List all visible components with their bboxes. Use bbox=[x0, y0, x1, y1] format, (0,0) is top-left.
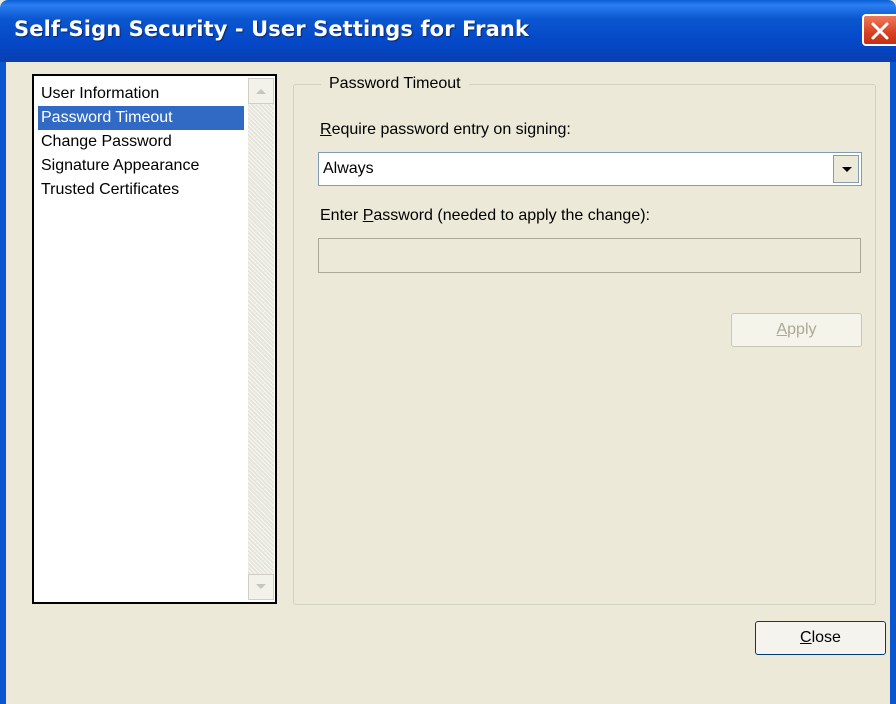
group-title: Password Timeout bbox=[321, 73, 469, 95]
label-text: assword (needed to apply the change): bbox=[373, 207, 650, 224]
button-label: pply bbox=[787, 321, 817, 338]
close-button[interactable]: Close bbox=[755, 621, 886, 655]
list-item-signature-appearance[interactable]: Signature Appearance bbox=[38, 154, 244, 178]
window-border-right bbox=[890, 62, 896, 704]
mnemonic-p: P bbox=[362, 207, 374, 224]
dialog-window: Self-Sign Security - User Settings for F… bbox=[0, 0, 896, 704]
chevron-down-icon bbox=[842, 167, 852, 172]
list-scrollbar[interactable] bbox=[248, 78, 274, 600]
mnemonic-r: R bbox=[320, 121, 332, 138]
require-password-select[interactable]: Always bbox=[318, 152, 862, 186]
label-text: equire password entry on signing: bbox=[331, 121, 571, 138]
window-title: Self-Sign Security - User Settings for F… bbox=[14, 17, 530, 41]
list-item-user-information[interactable]: User Information bbox=[38, 82, 244, 106]
scroll-up-button[interactable] bbox=[248, 78, 274, 104]
apply-button[interactable]: Apply bbox=[731, 313, 862, 347]
scroll-down-button[interactable] bbox=[248, 574, 274, 600]
mnemonic-a: A bbox=[776, 321, 788, 338]
dropdown-button[interactable] bbox=[833, 155, 859, 183]
mnemonic-c: C bbox=[800, 629, 812, 646]
label-text-before: Enter bbox=[320, 207, 363, 224]
settings-category-list[interactable]: User Information Password Timeout Change… bbox=[32, 74, 277, 604]
window-close-button[interactable] bbox=[862, 14, 896, 46]
require-password-label: Require password entry on signing: bbox=[320, 120, 571, 140]
chevron-down-icon bbox=[256, 584, 266, 589]
chevron-up-icon bbox=[256, 89, 266, 94]
close-icon bbox=[871, 22, 889, 40]
list-item-password-timeout[interactable]: Password Timeout bbox=[38, 106, 244, 130]
button-label: lose bbox=[811, 629, 841, 646]
password-input[interactable] bbox=[318, 238, 861, 273]
select-value: Always bbox=[323, 160, 374, 177]
list-item-trusted-certificates[interactable]: Trusted Certificates bbox=[38, 178, 244, 202]
enter-password-label: Enter Password (needed to apply the chan… bbox=[320, 206, 650, 226]
list-item-change-password[interactable]: Change Password bbox=[38, 130, 244, 154]
title-bar[interactable]: Self-Sign Security - User Settings for F… bbox=[0, 0, 896, 62]
window-border-left bbox=[0, 62, 6, 704]
